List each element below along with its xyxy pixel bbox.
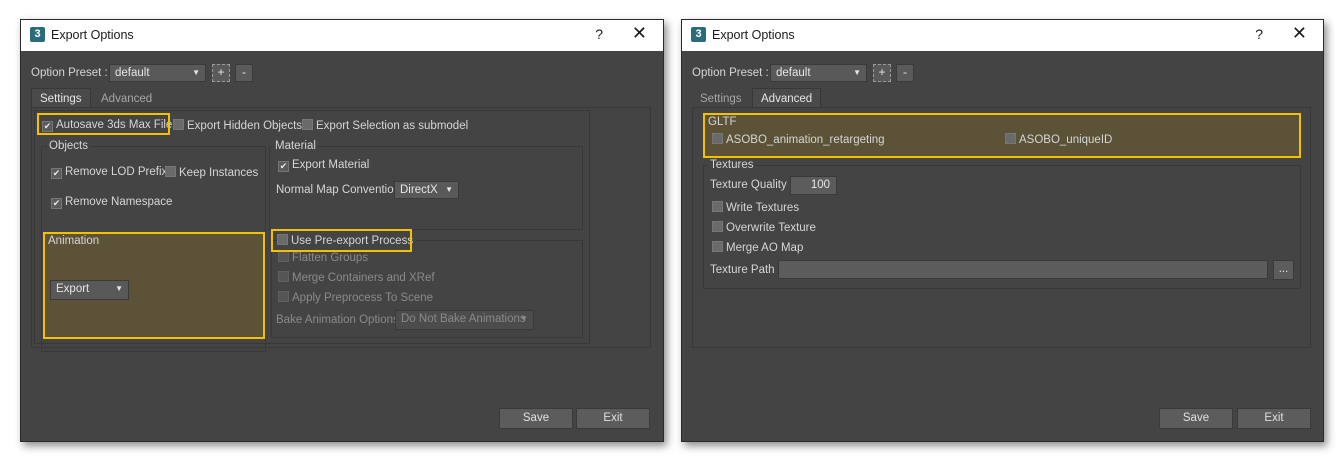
- asobo-uniqueid-checkbox[interactable]: ASOBO_uniqueID: [1005, 133, 1112, 147]
- option-preset-dropdown[interactable]: default ▼: [109, 64, 206, 82]
- textures-group-label: Textures: [708, 159, 756, 171]
- checkmark-icon: ✔: [51, 168, 62, 179]
- merge-ao-map-checkbox[interactable]: Merge AO Map: [712, 241, 803, 255]
- exit-button[interactable]: Exit: [576, 408, 650, 429]
- checkbox-box: [712, 221, 723, 232]
- close-icon[interactable]: ✕: [1292, 23, 1307, 44]
- merge-ao-label: Merge AO Map: [726, 242, 804, 254]
- dropdown-arrow-icon: ▼: [520, 314, 528, 323]
- checkbox-box: [278, 251, 289, 262]
- write-textures-label: Write Textures: [726, 202, 800, 214]
- bake-animation-label: Bake Animation Options: [276, 314, 399, 326]
- browse-button[interactable]: ...: [1273, 260, 1294, 280]
- merge-containers-checkbox[interactable]: Merge Containers and XRef: [278, 271, 435, 285]
- export-selection-checkbox[interactable]: Export Selection as submodel: [302, 119, 468, 133]
- window-title: Export Options: [51, 28, 134, 42]
- texture-quality-label: Texture Quality: [710, 179, 787, 191]
- overwrite-texture-checkbox[interactable]: Overwrite Texture: [712, 221, 816, 235]
- option-preset-dropdown[interactable]: default ▼: [770, 64, 867, 82]
- write-textures-checkbox[interactable]: Write Textures: [712, 201, 799, 215]
- keep-instances-checkbox[interactable]: Keep Instances: [165, 166, 258, 180]
- app-icon: 3: [30, 27, 45, 42]
- checkbox-box: [712, 201, 723, 212]
- save-button[interactable]: Save: [499, 408, 573, 429]
- option-preset-label: Option Preset :: [692, 67, 769, 79]
- asobo-animation-retargeting-checkbox[interactable]: ASOBO_animation_retargeting: [712, 133, 885, 147]
- help-icon[interactable]: ?: [595, 26, 603, 42]
- gltf-group-label: GLTF: [708, 116, 737, 128]
- asobo-uniqueid-label: ASOBO_uniqueID: [1019, 134, 1113, 146]
- tab-advanced[interactable]: Advanced: [93, 89, 160, 109]
- checkbox-box: [712, 241, 723, 252]
- animation-value: Export: [56, 283, 90, 295]
- texture-path-input[interactable]: [778, 260, 1268, 279]
- export-material-label: Export Material: [292, 159, 370, 171]
- export-selection-label: Export Selection as submodel: [316, 120, 469, 132]
- add-preset-button[interactable]: +: [212, 64, 230, 82]
- texture-quality-input[interactable]: 100: [790, 176, 837, 195]
- tab-settings[interactable]: Settings: [31, 88, 91, 108]
- dropdown-arrow-icon: ▼: [853, 68, 861, 77]
- remove-namespace-label: Remove Namespace: [65, 196, 173, 208]
- apply-preprocess-checkbox[interactable]: Apply Preprocess To Scene: [278, 291, 433, 305]
- normal-map-convention-dropdown[interactable]: DirectX ▼: [394, 181, 459, 199]
- texture-path-label: Texture Path: [710, 264, 775, 276]
- export-options-window-settings: 3 Export Options ? ✕ Option Preset : def…: [20, 19, 664, 442]
- window-title: Export Options: [712, 28, 795, 42]
- normal-map-convention-label: Normal Map Convention: [276, 184, 401, 196]
- checkbox-box: [173, 119, 184, 130]
- remove-preset-button[interactable]: -: [896, 64, 914, 82]
- bake-animation-dropdown[interactable]: Do Not Bake Animations ▼: [395, 310, 534, 330]
- remove-lod-prefix-checkbox[interactable]: ✔ Remove LOD Prefix: [51, 166, 167, 180]
- asobo-retargeting-label: ASOBO_animation_retargeting: [726, 134, 885, 146]
- flatten-groups-checkbox[interactable]: Flatten Groups: [278, 251, 368, 265]
- close-icon[interactable]: ✕: [632, 23, 647, 44]
- checkbox-box: [278, 291, 289, 302]
- apply-preprocess-label: Apply Preprocess To Scene: [292, 292, 434, 304]
- help-icon[interactable]: ?: [1255, 26, 1263, 42]
- app-icon: 3: [691, 27, 706, 42]
- remove-namespace-checkbox[interactable]: ✔ Remove Namespace: [51, 196, 172, 210]
- export-material-checkbox[interactable]: ✔ Export Material: [278, 159, 369, 173]
- merge-containers-label: Merge Containers and XRef: [292, 272, 435, 284]
- dropdown-arrow-icon: ▼: [445, 185, 453, 194]
- use-pre-export-highlight: [271, 229, 412, 252]
- keep-instances-label: Keep Instances: [179, 167, 259, 179]
- option-preset-label: Option Preset :: [31, 67, 108, 79]
- checkmark-icon: ✔: [51, 198, 62, 209]
- export-options-window-advanced: 3 Export Options ? ✕ Option Preset : def…: [681, 19, 1324, 442]
- remove-lod-label: Remove LOD Prefix: [65, 166, 168, 178]
- exit-button[interactable]: Exit: [1237, 408, 1311, 429]
- option-preset-value: default: [115, 67, 150, 79]
- animation-group-label: Animation: [48, 235, 100, 247]
- bake-animation-value: Do Not Bake Animations: [401, 313, 526, 325]
- overwrite-texture-label: Overwrite Texture: [726, 222, 816, 234]
- objects-group-label: Objects: [47, 140, 90, 152]
- checkmark-icon: ✔: [278, 161, 289, 172]
- title-bar: 3 Export Options ? ✕: [21, 20, 663, 51]
- material-group-label: Material: [273, 140, 318, 152]
- add-preset-button[interactable]: +: [873, 64, 891, 82]
- option-preset-value: default: [776, 67, 811, 79]
- autosave-highlight: [37, 113, 170, 135]
- dropdown-arrow-icon: ▼: [192, 68, 200, 77]
- export-hidden-label: Export Hidden Objects: [187, 120, 303, 132]
- tab-advanced[interactable]: Advanced: [752, 88, 822, 108]
- tab-settings[interactable]: Settings: [692, 89, 750, 109]
- checkbox-box: [165, 166, 176, 177]
- checkbox-box: [712, 133, 723, 144]
- animation-dropdown[interactable]: Export ▼: [50, 280, 129, 300]
- normal-map-value: DirectX: [400, 184, 438, 196]
- checkbox-box: [278, 271, 289, 282]
- title-bar: 3 Export Options ? ✕: [682, 20, 1323, 51]
- export-hidden-objects-checkbox[interactable]: Export Hidden Objects: [173, 119, 302, 133]
- remove-preset-button[interactable]: -: [235, 64, 253, 82]
- dropdown-arrow-icon: ▼: [115, 284, 123, 293]
- checkbox-box: [302, 119, 313, 130]
- flatten-groups-label: Flatten Groups: [292, 252, 369, 264]
- checkbox-box: [1005, 133, 1016, 144]
- save-button[interactable]: Save: [1159, 408, 1233, 429]
